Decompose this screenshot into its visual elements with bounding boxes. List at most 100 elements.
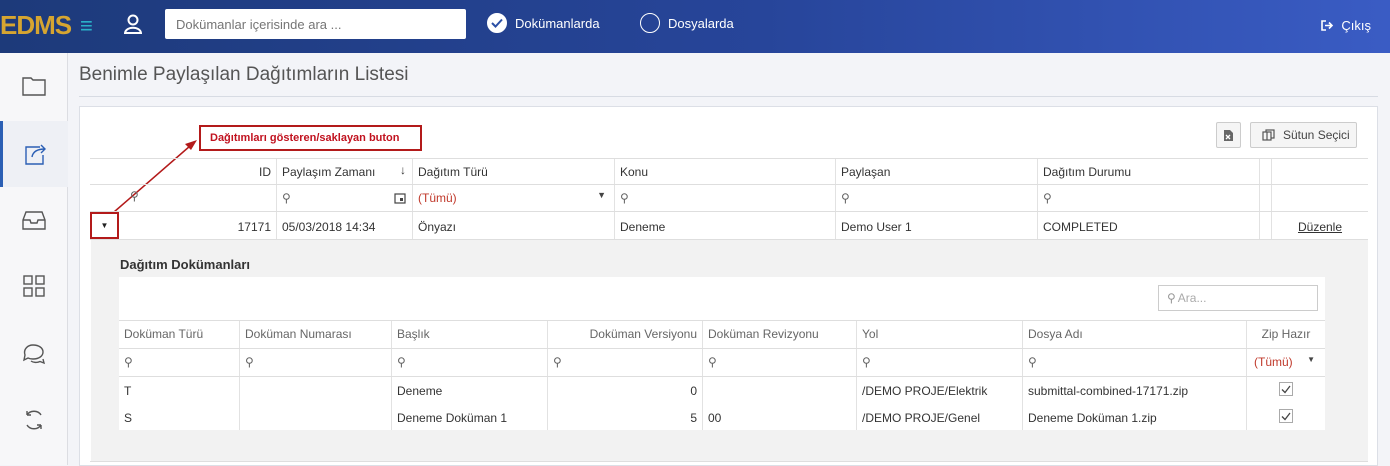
detail-header-row: Doküman Türü Doküman Numarası Başlık Dok… xyxy=(119,321,1325,348)
table-row[interactable]: T Deneme 0 /DEMO PROJE/Elektrik submitta… xyxy=(119,377,1325,404)
sync-icon xyxy=(26,410,42,430)
chevron-down-icon: ▼ xyxy=(597,190,606,200)
filter-doc-revision[interactable]: ⚲ xyxy=(703,349,857,376)
col-header-doc-number[interactable]: Doküman Numarası xyxy=(240,321,392,348)
detail-filter-row: ⚲ ⚲ ⚲ ⚲ ⚲ ⚲ ⚲ (Tümü) ▼ xyxy=(119,349,1325,376)
folder-icon xyxy=(22,77,46,96)
detail-search-input[interactable]: ⚲ Ara... xyxy=(1158,285,1318,311)
radio-documents-label: Dokümanlarda xyxy=(515,15,600,31)
cell-doc-number xyxy=(240,377,392,404)
grid-filter-row: ⚲ ⚲ (Tümü) ▼ ⚲ ⚲ ⚲ xyxy=(90,185,1368,212)
radio-documents[interactable]: Dokümanlarda xyxy=(487,13,600,33)
filter-type-value: (Tümü) xyxy=(418,191,457,205)
col-header-status[interactable]: Dağıtım Durumu xyxy=(1038,159,1260,185)
cell-sharer: Demo User 1 xyxy=(836,212,1038,240)
search-icon: ⚲ xyxy=(245,355,254,369)
filter-doc-version[interactable]: ⚲ xyxy=(548,349,703,376)
filter-file-name[interactable]: ⚲ xyxy=(1023,349,1247,376)
cell-time: 05/03/2018 14:34 xyxy=(277,212,413,240)
page-title: Benimle Paylaşılan Dağıtımların Listesi xyxy=(79,64,409,85)
filter-id[interactable]: ⚲ xyxy=(90,185,277,212)
table-row[interactable]: 17171 05/03/2018 14:34 Önyazı Deneme Dem… xyxy=(90,212,1368,240)
cell-zip-ready xyxy=(1247,377,1325,404)
radio-folders-label: Dosyalarda xyxy=(668,15,734,31)
annotation-callout: Dağıtımları gösteren/saklayan buton xyxy=(199,125,422,151)
col-header-sharer[interactable]: Paylaşan xyxy=(836,159,1038,185)
filter-doc-type[interactable]: ⚲ xyxy=(119,349,240,376)
cell-doc-revision xyxy=(703,377,857,404)
cell-type: Önyazı xyxy=(413,212,615,240)
sidebar xyxy=(0,53,68,465)
caret-down-icon: ▼ xyxy=(100,221,109,230)
sidebar-item-shared[interactable] xyxy=(0,121,68,187)
menu-toggle-icon[interactable]: ≡ xyxy=(80,13,93,39)
filter-doc-number[interactable]: ⚲ xyxy=(240,349,392,376)
col-header-spacer xyxy=(1260,159,1272,185)
column-chooser-button[interactable]: Sütun Seçici xyxy=(1250,122,1357,148)
search-icon: ⚲ xyxy=(620,191,629,205)
expand-row-button[interactable]: ▼ xyxy=(90,212,119,239)
grid-icon xyxy=(23,275,45,297)
search-icon: ⚲ xyxy=(130,189,139,203)
filter-doc-title[interactable]: ⚲ xyxy=(392,349,548,376)
sort-desc-icon: ↓ xyxy=(400,163,406,177)
top-bar: EDMS ≡ Dokümanlarda Dosyalarda Çıkış xyxy=(0,0,1390,53)
cell-doc-number xyxy=(240,404,392,430)
user-icon[interactable] xyxy=(124,14,142,34)
cell-doc-version: 5 xyxy=(548,404,703,430)
filter-status[interactable]: ⚲ xyxy=(1038,185,1260,212)
cell-file-name: submittal-combined-17171.zip xyxy=(1023,377,1247,404)
col-header-doc-version[interactable]: Doküman Versiyonu xyxy=(548,321,703,348)
grid-header-row: ID Paylaşım Zamanı ↓ Dağıtım Türü Konu P… xyxy=(90,159,1368,185)
table-row[interactable]: S Deneme Doküman 1 5 00 /DEMO PROJE/Gene… xyxy=(119,404,1325,430)
search-icon: ⚲ xyxy=(862,355,871,369)
cell-subject: Deneme xyxy=(615,212,836,240)
calendar-icon[interactable] xyxy=(394,192,406,204)
chat-icon xyxy=(23,344,46,365)
col-header-type[interactable]: Dağıtım Türü xyxy=(413,159,615,185)
sidebar-item-sync[interactable] xyxy=(0,387,68,453)
radio-folders[interactable]: Dosyalarda xyxy=(640,13,734,33)
col-header-actions xyxy=(1272,159,1368,185)
cell-status: COMPLETED xyxy=(1038,212,1260,240)
cell-file-name: Deneme Doküman 1.zip xyxy=(1023,404,1247,430)
sidebar-item-folders[interactable] xyxy=(0,53,68,119)
col-header-path[interactable]: Yol xyxy=(857,321,1023,348)
search-icon: ⚲ xyxy=(1043,191,1052,205)
col-header-doc-type[interactable]: Doküman Türü xyxy=(119,321,240,348)
cell-doc-version: 0 xyxy=(548,377,703,404)
search-input[interactable] xyxy=(165,9,466,39)
col-header-subject[interactable]: Konu xyxy=(615,159,836,185)
col-header-file-name[interactable]: Dosya Adı xyxy=(1023,321,1247,348)
filter-subject[interactable]: ⚲ xyxy=(615,185,836,212)
edit-link[interactable]: Düzenle xyxy=(1272,212,1368,240)
columns-icon xyxy=(1262,129,1275,141)
cell-spacer xyxy=(1260,212,1272,240)
filter-time[interactable]: ⚲ xyxy=(277,185,413,212)
sidebar-item-dashboard[interactable] xyxy=(0,253,68,319)
col-header-doc-revision[interactable]: Doküman Revizyonu xyxy=(703,321,857,348)
filter-type[interactable]: (Tümü) ▼ xyxy=(413,185,615,212)
logout-button[interactable]: Çıkış xyxy=(1321,18,1371,33)
cell-doc-title: Deneme xyxy=(392,377,548,404)
search-icon: ⚲ xyxy=(397,355,406,369)
filter-zip-ready[interactable]: (Tümü) ▼ xyxy=(1247,349,1325,376)
col-header-time[interactable]: Paylaşım Zamanı ↓ xyxy=(277,159,413,185)
search-icon: ⚲ xyxy=(1167,291,1176,305)
filter-path[interactable]: ⚲ xyxy=(857,349,1023,376)
divider xyxy=(90,461,1368,462)
filter-actions xyxy=(1272,185,1368,212)
filter-sharer[interactable]: ⚲ xyxy=(836,185,1038,212)
cell-doc-title: Deneme Doküman 1 xyxy=(392,404,548,430)
checkbox-checked-icon xyxy=(1279,382,1293,396)
sidebar-item-messages[interactable] xyxy=(0,321,68,387)
col-header-id[interactable]: ID xyxy=(90,159,277,185)
col-header-zip-ready[interactable]: Zip Hazır xyxy=(1247,321,1325,348)
search-icon: ⚲ xyxy=(282,191,291,205)
sidebar-item-inbox[interactable] xyxy=(0,187,68,253)
export-excel-button[interactable] xyxy=(1216,122,1241,148)
col-header-time-label: Paylaşım Zamanı xyxy=(282,165,376,179)
filter-zip-value: (Tümü) xyxy=(1254,355,1293,369)
app-logo: EDMS xyxy=(0,10,72,40)
col-header-doc-title[interactable]: Başlık xyxy=(392,321,548,348)
